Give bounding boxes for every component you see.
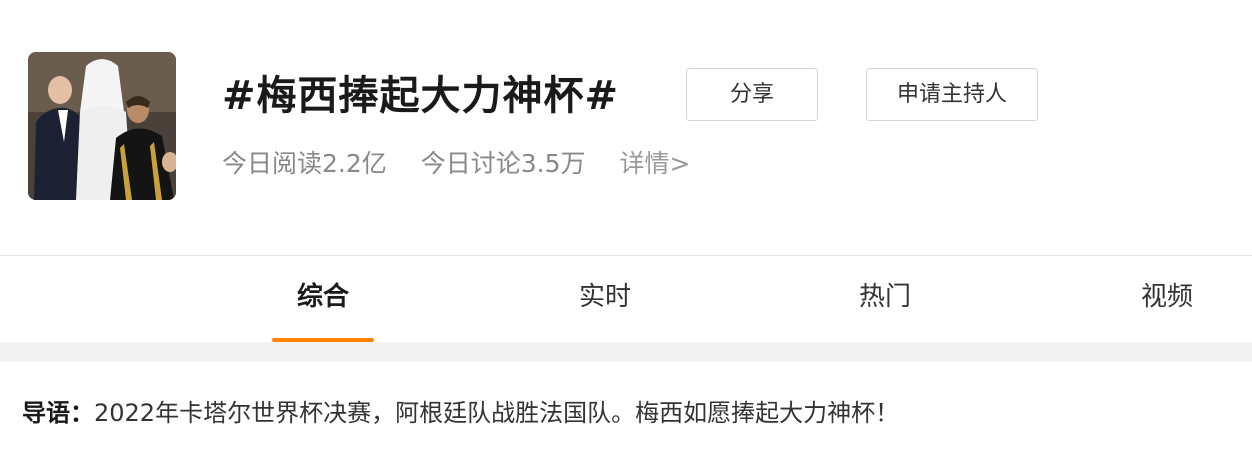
intro-body: 2022年卡塔尔世界杯决赛，阿根廷队战胜法国队。梅西如愿捧起大力神杯！: [94, 399, 900, 427]
tab-bar: 综合 实时 热门 视频: [0, 256, 1252, 342]
topic-title: #梅西捧起大力神杯#: [222, 73, 620, 119]
tab-video[interactable]: 视频: [1116, 256, 1218, 342]
section-gap: [0, 342, 1252, 362]
discussion-count: 今日讨论3.5万: [420, 149, 586, 178]
share-button[interactable]: 分享: [686, 68, 818, 121]
topic-header: #梅西捧起大力神杯# 分享 申请主持人 今日阅读2.2亿 今日讨论3.5万 详情…: [0, 0, 1252, 256]
apply-host-button[interactable]: 申请主持人: [866, 68, 1038, 121]
tab-comprehensive[interactable]: 综合: [272, 256, 374, 342]
topic-intro: 导语：2022年卡塔尔世界杯决赛，阿根廷队战胜法国队。梅西如愿捧起大力神杯！: [0, 362, 1252, 466]
tab-hot[interactable]: 热门: [834, 256, 936, 342]
topic-cover-image[interactable]: [28, 52, 176, 200]
tab-realtime[interactable]: 实时: [554, 256, 656, 342]
read-count: 今日阅读2.2亿: [222, 149, 387, 178]
cover-photo-illustration: [28, 52, 176, 200]
intro-paragraph: 导语：2022年卡塔尔世界杯决赛，阿根廷队战胜法国队。梅西如愿捧起大力神杯！: [22, 390, 899, 436]
details-link[interactable]: 详情>: [619, 144, 690, 184]
topic-stats: 今日阅读2.2亿 今日讨论3.5万 详情>: [222, 144, 690, 184]
intro-label: 导语：: [22, 399, 94, 427]
